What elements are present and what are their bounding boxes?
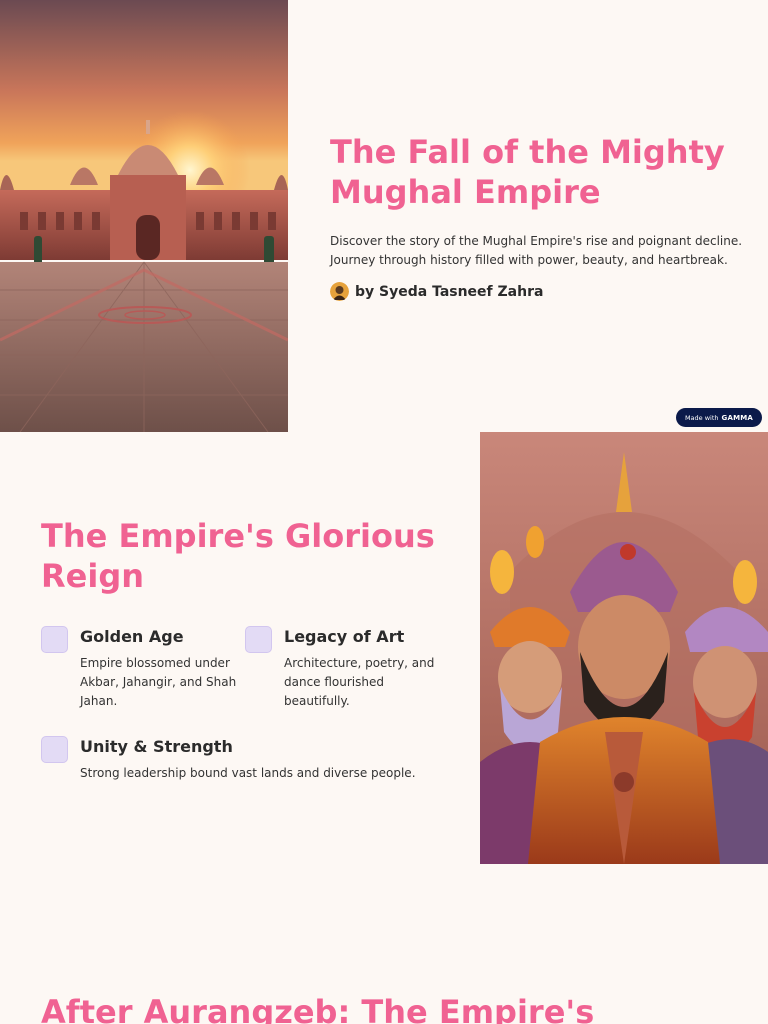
gamma-logo: GAMMA [721,413,754,422]
feature-marker-icon [41,626,68,653]
feature-title: Unity & Strength [80,737,233,756]
author-name: by Syeda Tasneef Zahra [355,283,544,300]
made-with-gamma-badge[interactable]: Made with GAMMA [676,408,762,427]
presentation-title: The Fall of the Mighty Mughal Empire [330,133,725,211]
slide-glorious-reign: The Empire's Glorious Reign Golden Age E… [0,432,768,864]
presentation-description: Discover the story of the Mughal Empire'… [330,234,743,267]
feature-marker-icon [41,736,68,763]
feature-text: Empire blossomed under Akbar, Jahangir, … [80,656,237,708]
slide-after-aurangzeb: After Aurangzeb: The Empire's [0,864,768,1024]
feature-text: Architecture, poetry, and dance flourish… [284,656,435,708]
section-title: After Aurangzeb: The Empire's [41,993,595,1024]
feature-title: Golden Age [80,627,184,646]
mughal-rulers-illustration [480,432,768,864]
palace-sunset-image [0,0,288,432]
section-title: The Empire's Glorious Reign [41,517,435,595]
author-avatar [330,282,349,301]
author-credit: by Syeda Tasneef Zahra [330,282,543,301]
badge-prefix: Made with [684,413,719,422]
feature-title: Legacy of Art [284,627,405,646]
slide-title: The Fall of the Mighty Mughal Empire Dis… [0,0,768,432]
feature-marker-icon [245,626,272,653]
feature-text: Strong leadership bound vast lands and d… [80,766,416,780]
